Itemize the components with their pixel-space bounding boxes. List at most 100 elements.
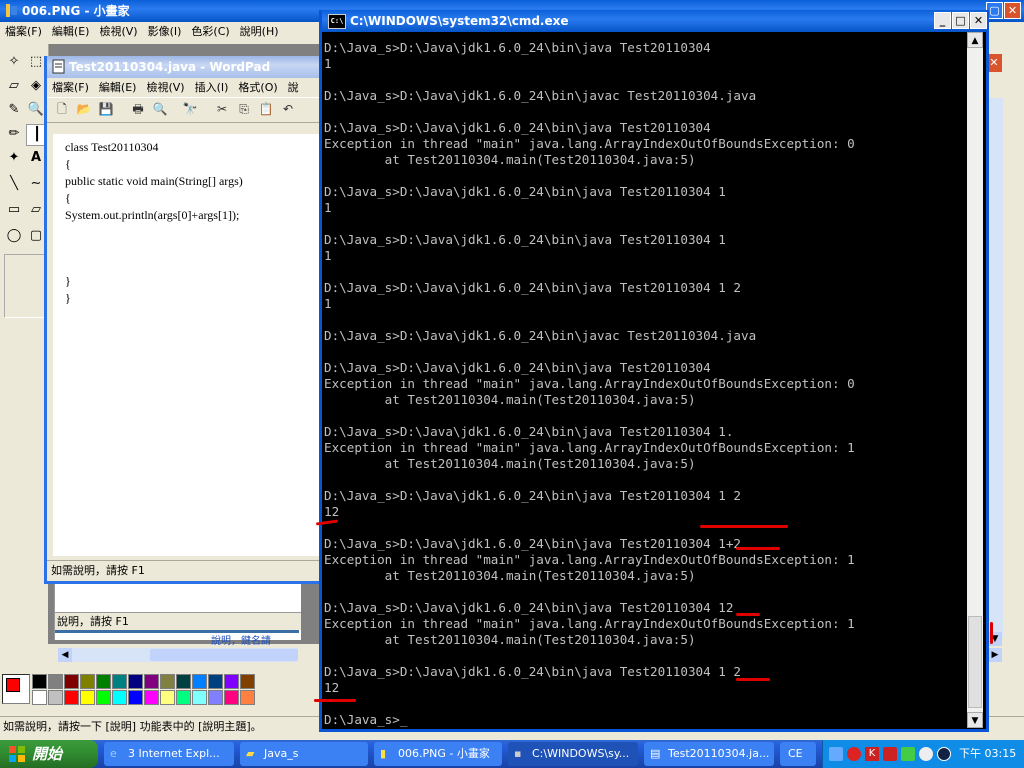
palette-swatch[interactable] xyxy=(128,690,143,705)
tray-icon-monitor[interactable] xyxy=(901,747,915,761)
palette-swatch[interactable] xyxy=(144,690,159,705)
print-preview-icon[interactable]: 🔍 xyxy=(151,100,169,118)
clock[interactable]: 下午 03:15 xyxy=(959,740,1016,768)
curve-icon[interactable]: ∼ xyxy=(26,174,46,194)
palette-swatch[interactable] xyxy=(160,674,175,689)
paint-horizontal-scrollbar[interactable]: ◀ xyxy=(58,648,298,662)
undo-icon[interactable]: ↶ xyxy=(279,100,297,118)
pencil-icon[interactable]: ✏ xyxy=(4,124,24,144)
find-icon[interactable]: 🔭 xyxy=(181,100,199,118)
task-java-folder[interactable]: ▰ Java_s xyxy=(240,742,368,766)
tray-icon-security[interactable] xyxy=(937,747,951,761)
paint-scroll-left-icon[interactable]: ◀ xyxy=(58,648,72,662)
current-colors[interactable] xyxy=(2,674,30,704)
palette-swatch[interactable] xyxy=(80,674,95,689)
text-tool-icon[interactable]: A xyxy=(26,148,46,168)
palette-swatch[interactable] xyxy=(64,674,79,689)
select-free-icon[interactable]: ✧ xyxy=(4,52,24,72)
tray-icon-network[interactable] xyxy=(829,747,843,761)
start-button[interactable]: 開始 xyxy=(0,740,98,768)
paint-menu-file[interactable]: 檔案(F) xyxy=(0,25,47,38)
picker-icon[interactable]: ✎ xyxy=(4,100,24,120)
new-document-icon[interactable]: 🗋 xyxy=(53,100,71,118)
task-internet-explorer[interactable]: e 3 Internet Expl... xyxy=(104,742,234,766)
palette-swatch[interactable] xyxy=(240,690,255,705)
open-folder-icon[interactable]: 📂 xyxy=(75,100,93,118)
polygon-icon[interactable]: ▱ xyxy=(26,200,46,220)
palette-swatch[interactable] xyxy=(80,690,95,705)
palette-swatch[interactable] xyxy=(112,674,127,689)
wordpad-menu-edit[interactable]: 編輯(E) xyxy=(94,81,142,94)
foreground-color[interactable] xyxy=(6,678,20,692)
palette-swatch[interactable] xyxy=(96,674,111,689)
scroll-up-icon[interactable]: ▲ xyxy=(967,32,983,48)
palette-swatch[interactable] xyxy=(64,690,79,705)
eraser-icon[interactable]: ▱ xyxy=(4,76,24,96)
palette-swatch[interactable] xyxy=(48,674,63,689)
palette-swatch[interactable] xyxy=(112,690,127,705)
palette-swatch[interactable] xyxy=(224,674,239,689)
palette-swatch[interactable] xyxy=(48,690,63,705)
paint-hscroll-thumb[interactable] xyxy=(150,649,298,661)
task-paint[interactable]: ▮ 006.PNG - 小畫家 xyxy=(374,742,502,766)
cmd-scrollbar[interactable]: ▲ ▼ xyxy=(967,32,983,728)
palette-swatch[interactable] xyxy=(160,690,175,705)
paint-menu-image[interactable]: 影像(I) xyxy=(143,25,187,38)
scroll-down-icon[interactable]: ▼ xyxy=(967,712,983,728)
magnifier-icon[interactable]: 🔍 xyxy=(26,100,46,120)
tray-icon-shield[interactable] xyxy=(847,747,861,761)
task-cmd[interactable]: ▪ C:\WINDOWS\sy... xyxy=(508,742,638,766)
select-rect-icon[interactable]: ⬚ xyxy=(26,52,46,72)
tray-icon-k[interactable]: K xyxy=(865,747,879,761)
copy-icon[interactable]: ⎘ xyxy=(235,100,253,118)
paint-menu-help[interactable]: 說明(H) xyxy=(235,25,284,38)
wordpad-menu-view[interactable]: 檢視(V) xyxy=(141,81,189,94)
airbrush-icon[interactable]: ✦ xyxy=(4,148,24,168)
wordpad-menu-file[interactable]: 檔案(F) xyxy=(47,81,94,94)
palette-swatch[interactable] xyxy=(144,674,159,689)
behind-link-text[interactable]: 說明，鍵名請 xyxy=(211,632,271,647)
palette-swatch[interactable] xyxy=(176,690,191,705)
palette-swatch[interactable] xyxy=(208,690,223,705)
paint-vertical-scrollbar[interactable] xyxy=(988,98,1003,638)
palette-swatch[interactable] xyxy=(192,674,207,689)
palette-swatch[interactable] xyxy=(224,690,239,705)
rounded-rect-icon[interactable]: ▢ xyxy=(26,226,46,246)
wordpad-menu-help[interactable]: 說 xyxy=(283,81,304,94)
task-overflow[interactable]: CE xyxy=(780,742,816,766)
task-wordpad[interactable]: ▤ Test20110304.ja... xyxy=(644,742,774,766)
palette-swatch[interactable] xyxy=(208,674,223,689)
fill-icon[interactable]: ◈ xyxy=(26,76,46,96)
cmd-titlebar[interactable]: C:\ C:\WINDOWS\system32\cmd.exe _ □ ✕ xyxy=(322,10,987,32)
palette-swatch[interactable] xyxy=(32,690,47,705)
paint-scroll-right-icon[interactable]: ▶ xyxy=(988,648,1002,662)
wordpad-document[interactable]: class Test20110304 { public static void … xyxy=(53,134,323,556)
cmd-scroll-thumb[interactable] xyxy=(968,616,982,708)
paint-menu-view[interactable]: 檢視(V) xyxy=(94,25,142,38)
paint-menu-colors[interactable]: 色彩(C) xyxy=(186,25,234,38)
console-output[interactable]: D:\Java_s>D:\Java\jdk1.6.0_24\bin\java T… xyxy=(324,40,964,730)
cmd-close-button[interactable]: ✕ xyxy=(970,12,987,29)
wordpad-menu-insert[interactable]: 插入(I) xyxy=(190,81,234,94)
palette-swatch[interactable] xyxy=(96,690,111,705)
ellipse-icon[interactable]: ◯ xyxy=(4,226,24,246)
tool-options-box[interactable] xyxy=(4,254,46,318)
rectangle-icon[interactable]: ▭ xyxy=(4,200,24,220)
save-icon[interactable]: 💾 xyxy=(97,100,115,118)
tray-icon-users[interactable] xyxy=(919,747,933,761)
paint-close-button[interactable]: ✕ xyxy=(1004,2,1021,19)
palette-swatch[interactable] xyxy=(128,674,143,689)
cmd-minimize-button[interactable]: _ xyxy=(934,12,951,29)
wordpad-titlebar[interactable]: Test20110304.java - WordPad xyxy=(47,56,323,78)
palette-swatch[interactable] xyxy=(240,674,255,689)
palette-swatch[interactable] xyxy=(176,674,191,689)
print-icon[interactable]: 🖶 xyxy=(129,100,147,118)
paint-menu-edit[interactable]: 編輯(E) xyxy=(47,25,95,38)
paste-icon[interactable]: 📋 xyxy=(257,100,275,118)
palette-swatch[interactable] xyxy=(32,674,47,689)
wordpad-menu-format[interactable]: 格式(O) xyxy=(233,81,282,94)
cut-icon[interactable]: ✂ xyxy=(213,100,231,118)
tray-icon-antivirus[interactable] xyxy=(883,747,897,761)
palette-swatch[interactable] xyxy=(192,690,207,705)
cmd-maximize-button[interactable]: □ xyxy=(952,12,969,29)
